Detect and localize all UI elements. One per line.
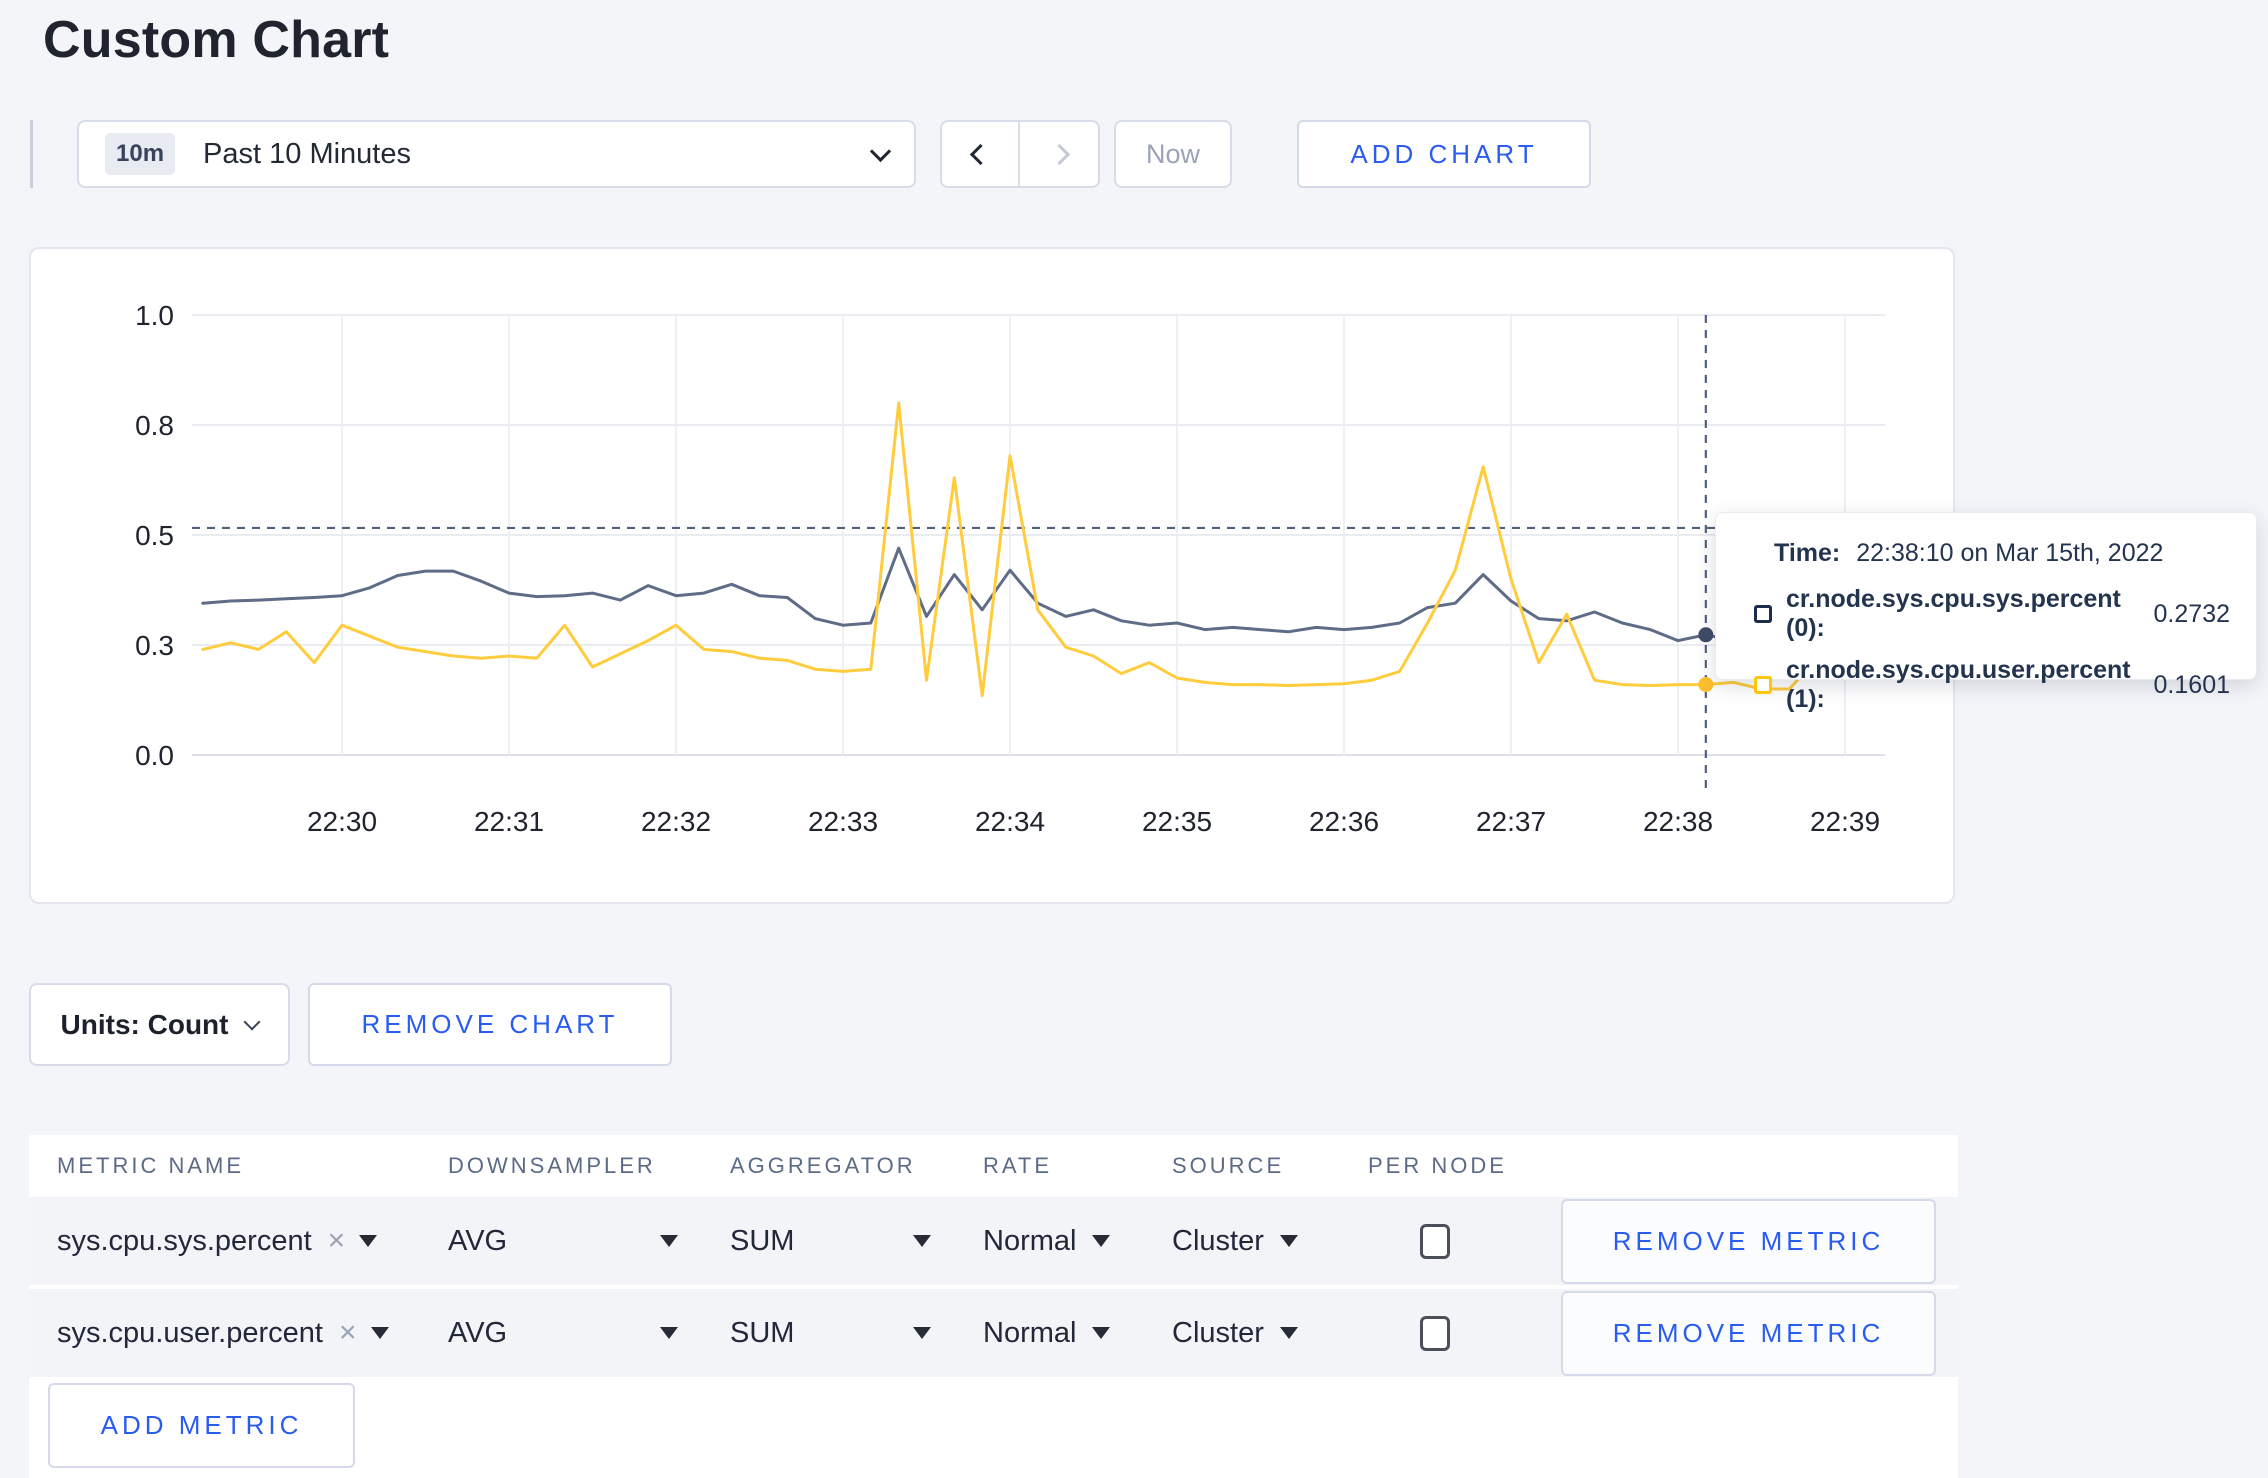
- svg-text:22:38: 22:38: [1643, 806, 1713, 837]
- add-chart-button[interactable]: ADD CHART: [1297, 120, 1591, 188]
- tooltip-series-name: cr.node.sys.cpu.sys.percent (0):: [1786, 585, 2121, 642]
- caret-down-icon: [1279, 1235, 1298, 1247]
- series-user-swatch-icon: [1754, 676, 1772, 694]
- chevron-left-icon: [969, 143, 991, 165]
- caret-down-icon: [1092, 1235, 1111, 1247]
- svg-text:0.0: 0.0: [135, 740, 174, 771]
- remove-chart-button[interactable]: REMOVE CHART: [308, 983, 672, 1066]
- col-header-per-node: PER NODE: [1368, 1153, 1507, 1178]
- svg-text:22:30: 22:30: [307, 806, 377, 837]
- svg-text:0.8: 0.8: [135, 410, 174, 441]
- tooltip-series-value: 0.2732: [2153, 599, 2230, 628]
- prev-range-button[interactable]: [942, 122, 1020, 186]
- caret-down-icon[interactable]: [370, 1327, 389, 1339]
- caret-down-icon: [1092, 1327, 1111, 1339]
- tooltip-series-name: cr.node.sys.cpu.user.percent (1):: [1786, 656, 2131, 713]
- tooltip-time-label: Time:: [1774, 539, 1841, 567]
- tooltip-series-row: cr.node.sys.cpu.sys.percent (0): 0.2732: [1754, 585, 2230, 643]
- downsampler-select[interactable]: AVG: [448, 1225, 730, 1258]
- next-range-button[interactable]: [1020, 122, 1098, 186]
- caret-down-icon: [660, 1235, 678, 1247]
- timeseries-chart[interactable]: 1.0 0.8 0.5 0.3 0.0 22:30 22:31 22:32 22:33 22:34…: [31, 249, 1953, 907]
- caret-down-icon[interactable]: [359, 1235, 378, 1247]
- svg-text:22:32: 22:32: [641, 806, 711, 837]
- col-header-metric-name: METRIC NAME: [57, 1153, 244, 1178]
- col-header-source: SOURCE: [1172, 1153, 1285, 1178]
- downsampler-select[interactable]: AVG: [448, 1317, 730, 1350]
- clear-metric-icon[interactable]: ×: [328, 1224, 346, 1258]
- svg-text:0.5: 0.5: [135, 520, 174, 551]
- rate-select[interactable]: Normal: [983, 1317, 1172, 1350]
- time-range-badge: 10m: [105, 133, 176, 175]
- col-header-rate: RATE: [983, 1153, 1053, 1178]
- caret-down-icon: [660, 1327, 678, 1339]
- caret-down-icon: [1279, 1327, 1298, 1339]
- tooltip-series-value: 0.1601: [2153, 670, 2230, 699]
- per-node-checkbox[interactable]: [1420, 1223, 1450, 1259]
- chevron-right-icon: [1048, 143, 1070, 165]
- caret-down-icon: [913, 1235, 931, 1247]
- svg-text:1.0: 1.0: [135, 300, 174, 331]
- metric-name-select[interactable]: sys.cpu.user.percent ×: [57, 1316, 448, 1350]
- col-header-aggregator: AGGREGATOR: [730, 1153, 916, 1178]
- svg-text:22:31: 22:31: [474, 806, 544, 837]
- toolbar-accent-divider: [30, 120, 33, 188]
- tooltip-time-value: 22:38:10 on Mar 15th, 2022: [1856, 539, 2164, 567]
- metric-row: sys.cpu.sys.percent × AVG SUM Normal Clu…: [29, 1197, 1958, 1289]
- svg-text:22:36: 22:36: [1309, 806, 1379, 837]
- time-range-label: Past 10 Minutes: [203, 137, 411, 170]
- add-metric-button[interactable]: ADD METRIC: [48, 1383, 355, 1468]
- units-label: Units: Count: [60, 1008, 229, 1040]
- tooltip-series-row: cr.node.sys.cpu.user.percent (1): 0.1601: [1754, 656, 2230, 714]
- svg-text:0.3: 0.3: [135, 630, 174, 661]
- now-button[interactable]: Now: [1114, 120, 1232, 188]
- chart-card: 1.0 0.8 0.5 0.3 0.0 22:30 22:31 22:32 22:33 22:34…: [29, 247, 1955, 904]
- col-header-downsampler: DOWNSAMPLER: [448, 1153, 656, 1178]
- chart-hover-tooltip: Time: 22:38:10 on Mar 15th, 2022 cr.node…: [1715, 512, 2257, 713]
- svg-text:22:39: 22:39: [1810, 806, 1880, 837]
- svg-text:22:34: 22:34: [975, 806, 1045, 837]
- metric-name-value: sys.cpu.sys.percent: [57, 1224, 312, 1257]
- per-node-checkbox[interactable]: [1420, 1315, 1450, 1351]
- aggregator-select[interactable]: SUM: [730, 1317, 983, 1350]
- metrics-table-header: METRIC NAME DOWNSAMPLER AGGREGATOR RATE …: [29, 1135, 1958, 1197]
- remove-metric-button[interactable]: REMOVE METRIC: [1561, 1290, 1936, 1376]
- time-range-nav: [940, 120, 1100, 188]
- metric-row: sys.cpu.user.percent × AVG SUM Normal Cl…: [29, 1289, 1958, 1381]
- caret-down-icon: [913, 1327, 931, 1339]
- remove-metric-button[interactable]: REMOVE METRIC: [1561, 1198, 1936, 1284]
- aggregator-select[interactable]: SUM: [730, 1225, 983, 1258]
- svg-text:22:33: 22:33: [808, 806, 878, 837]
- source-select[interactable]: Cluster: [1172, 1317, 1368, 1350]
- svg-text:22:37: 22:37: [1476, 806, 1546, 837]
- clear-metric-icon[interactable]: ×: [339, 1316, 357, 1350]
- source-select[interactable]: Cluster: [1172, 1225, 1368, 1258]
- metric-name-value: sys.cpu.user.percent: [57, 1316, 323, 1349]
- units-select[interactable]: Units: Count: [29, 983, 290, 1066]
- page-title: Custom Chart: [43, 11, 390, 69]
- rate-select[interactable]: Normal: [983, 1225, 1172, 1258]
- svg-text:22:35: 22:35: [1142, 806, 1212, 837]
- chevron-down-icon: [869, 140, 892, 162]
- chevron-down-icon: [243, 1013, 261, 1030]
- metric-name-select[interactable]: sys.cpu.sys.percent ×: [57, 1224, 448, 1258]
- time-range-select[interactable]: 10m Past 10 Minutes: [77, 120, 916, 188]
- series-sys-swatch-icon: [1754, 605, 1772, 623]
